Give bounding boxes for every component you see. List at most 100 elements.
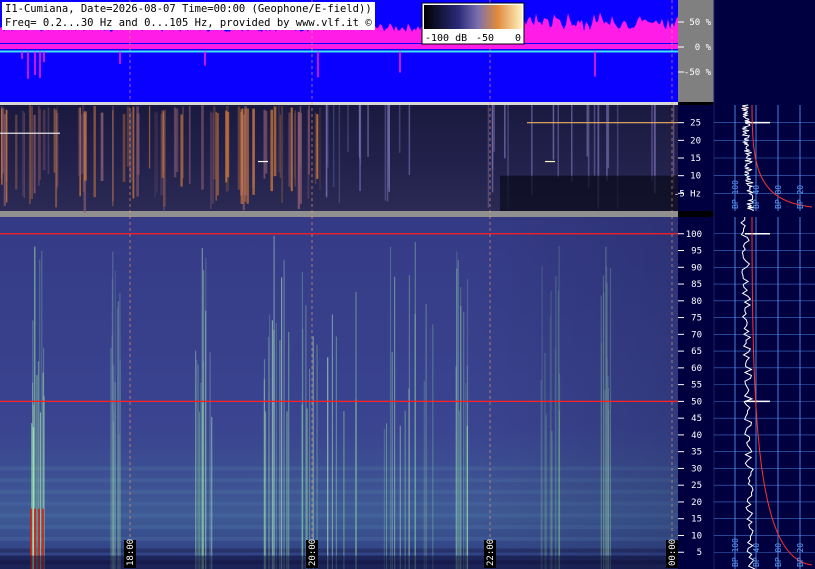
low-streak: [265, 110, 268, 174]
low-streak: [175, 108, 179, 173]
high-tick-label: 25: [691, 481, 702, 491]
low-streak: [263, 109, 266, 179]
low-streak: [279, 114, 282, 179]
high-tick-label: 75: [691, 314, 702, 324]
high-tick-label: 35: [691, 448, 702, 458]
colorbar-label-mid: -50: [476, 33, 494, 44]
low-streak: [211, 112, 214, 204]
high-tick-label: 5: [697, 548, 702, 558]
side-top-area: [714, 0, 815, 102]
colorbar-gradient: [424, 5, 522, 29]
high-tick-label: 15: [691, 515, 702, 525]
low-streak: [246, 108, 249, 204]
amp-tick-label: -50 %: [684, 68, 712, 78]
low-streak: [319, 107, 321, 190]
low-streak: [367, 105, 369, 157]
strip-separator: [0, 102, 678, 105]
low-streak: [593, 105, 596, 177]
low-streak: [398, 105, 401, 153]
low-streak: [136, 113, 140, 175]
high-tick-label: 45: [691, 414, 702, 424]
low-streak: [672, 105, 675, 188]
svg-text:18:00: 18:00: [126, 539, 136, 566]
high-tick-label: 80: [691, 297, 702, 307]
side-panel-label: BP 80: [774, 543, 783, 567]
low-streak: [288, 112, 291, 187]
vlf-monitor-display: 50 % 0 % -50 % -5 Hz 10 15 20 25 5 10 15 20 25 30 35…: [0, 0, 815, 569]
colorbar-label-min: -100 dB: [425, 33, 467, 44]
low-streak: [359, 105, 362, 165]
high-tick-label: 95: [691, 247, 702, 257]
low-streak: [154, 111, 156, 198]
low-streak: [242, 107, 244, 193]
low-streak: [53, 108, 56, 173]
low-streak: [487, 105, 490, 208]
high-tick-label: 90: [691, 263, 702, 273]
time-label: 00:00: [666, 539, 678, 568]
low-streak: [226, 111, 230, 178]
amp-tick-label: 0 %: [695, 43, 712, 53]
low-streak: [39, 108, 41, 180]
low-streak: [156, 112, 158, 193]
low-streak: [148, 106, 151, 169]
low-streak: [408, 105, 411, 176]
low-streak: [298, 114, 300, 182]
side-panel-label: BP 20: [796, 185, 805, 209]
high-tick-label: 100: [686, 230, 702, 240]
low-streak: [84, 111, 87, 181]
high-tick-label: 70: [691, 330, 702, 340]
high-tick-label: 40: [691, 431, 702, 441]
low-streak: [270, 109, 273, 192]
time-label: 20:00: [306, 539, 318, 568]
low-streak: [30, 106, 33, 200]
amplitude-band: [0, 44, 678, 49]
low-streak: [281, 106, 284, 203]
low-streak: [607, 105, 610, 169]
low-streak: [201, 105, 204, 190]
svg-text:22:00: 22:00: [486, 539, 496, 566]
header-line-frequency: Freq= 0.2...30 Hz and 0...105 Hz, provid…: [2, 16, 375, 30]
low-streak: [338, 105, 341, 204]
low-streak: [217, 113, 219, 196]
low-tick-label: -5 Hz: [674, 189, 701, 199]
low-streak: [252, 108, 255, 195]
high-tick-label: 30: [691, 464, 702, 474]
low-streak: [557, 105, 559, 178]
low-streak: [571, 105, 573, 182]
panel-separator: [0, 211, 678, 217]
time-label: 22:00: [484, 539, 496, 568]
low-streak: [491, 105, 494, 193]
low-dark-band: [500, 175, 678, 211]
low-streak: [77, 107, 81, 177]
low-streak: [23, 112, 25, 199]
low-tick-label: 15: [690, 154, 701, 164]
low-streak: [188, 105, 191, 184]
side-panel-label: BP 100: [731, 180, 740, 209]
low-streak: [493, 105, 495, 152]
low-streak: [332, 105, 335, 188]
high-tick-label: 85: [691, 280, 702, 290]
low-streak: [290, 107, 293, 192]
low-streak: [3, 114, 6, 207]
low-tick-label: 25: [690, 119, 701, 129]
low-streak: [42, 109, 46, 171]
low-streak: [384, 105, 387, 201]
low-streak: [93, 105, 96, 198]
low-streak: [215, 111, 217, 201]
colorbar-label-max: 0: [515, 33, 521, 44]
side-panel-label: BP 40: [752, 185, 761, 209]
low-streak: [308, 105, 310, 175]
low-streak: [314, 112, 317, 185]
low-streak: [33, 114, 36, 194]
low-streak: [347, 105, 349, 153]
high-tick-label: 20: [691, 498, 702, 508]
svg-text:20:00: 20:00: [308, 539, 318, 566]
spectrogram-chart: 50 % 0 % -50 % -5 Hz 10 15 20 25 5 10 15 20 25 30 35…: [0, 0, 815, 569]
low-streak: [552, 105, 555, 160]
low-streak: [126, 106, 130, 167]
low-streak: [606, 105, 608, 181]
low-streak: [182, 106, 184, 179]
low-streak: [316, 114, 319, 179]
high-tick-label: 65: [691, 347, 702, 357]
svg-text:00:00: 00:00: [668, 539, 678, 566]
